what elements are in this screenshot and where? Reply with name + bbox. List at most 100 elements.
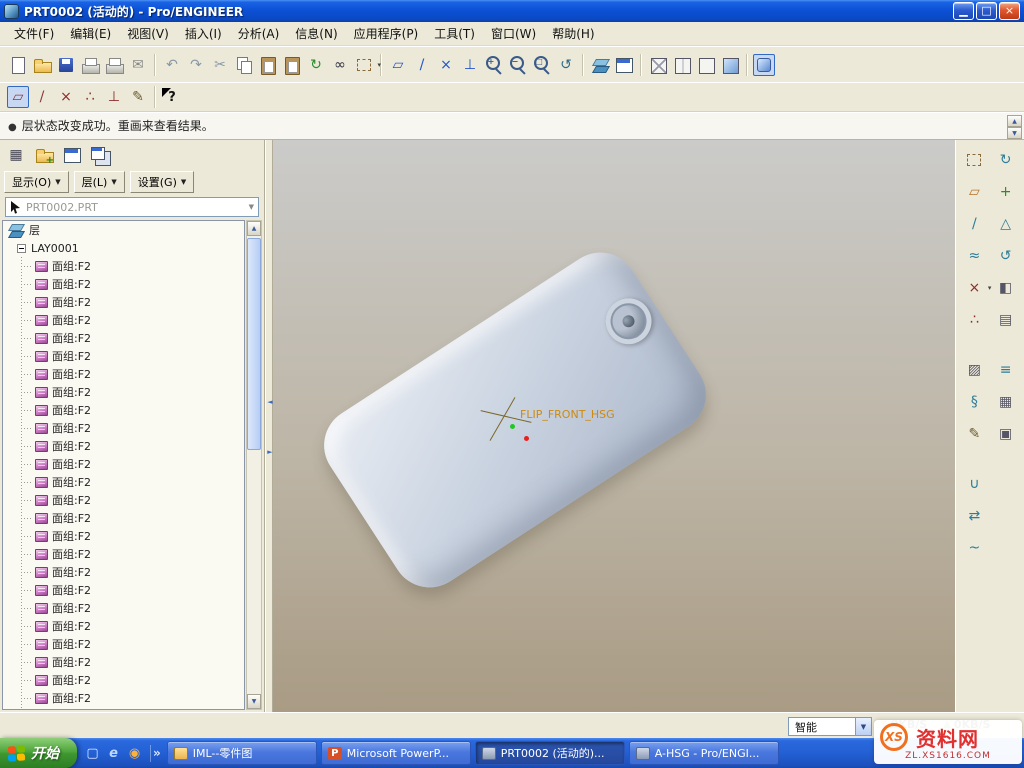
layer-info-icon[interactable] — [61, 144, 83, 166]
hidden-line-view-icon[interactable] — [671, 54, 693, 76]
view-manager-icon[interactable] — [613, 54, 635, 76]
scroll-down-icon[interactable]: ▼ — [247, 694, 261, 709]
datum-axis-icon[interactable]: / — [963, 213, 985, 235]
zoom-out-icon[interactable]: − — [507, 54, 529, 76]
context-help-icon[interactable]: ? — [161, 86, 183, 108]
layer-tree-item[interactable]: 面组:F2 — [3, 473, 244, 491]
paste-icon[interactable] — [257, 54, 279, 76]
panel-splitter[interactable]: ◄ ► — [265, 140, 273, 712]
redo-icon[interactable]: ↷ — [185, 54, 207, 76]
tree-scrollbar[interactable]: ▲ ▼ — [246, 220, 262, 710]
layer-tree-item[interactable]: 面组:F2 — [3, 401, 244, 419]
enhanced-realism-icon[interactable] — [753, 54, 775, 76]
new-layer-icon[interactable]: + — [33, 144, 55, 166]
taskbar-task[interactable]: IML--零件图 — [167, 741, 317, 765]
datum-axis-tool-icon[interactable]: / — [31, 86, 53, 108]
close-button[interactable]: × — [999, 2, 1020, 20]
model-display-icon[interactable]: ▣ — [995, 423, 1017, 445]
view-mgr-icon[interactable]: ▦ — [995, 391, 1017, 413]
open-icon[interactable] — [31, 54, 53, 76]
layer-tree-item[interactable]: 面组:F2 — [3, 635, 244, 653]
select-region-icon[interactable] — [963, 149, 985, 171]
wireframe-view-icon[interactable] — [647, 54, 669, 76]
round-icon[interactable]: ~ — [963, 537, 985, 559]
datum-point-tool-icon[interactable]: × — [55, 86, 77, 108]
menu-item[interactable]: 窗口(W) — [483, 22, 544, 45]
refit-view-icon[interactable]: ↻ — [995, 149, 1017, 171]
cascade-windows-icon[interactable] — [89, 144, 111, 166]
shaded-view-icon[interactable] — [719, 54, 741, 76]
layers-icon[interactable] — [589, 54, 611, 76]
media-player-icon[interactable]: ◉ — [126, 745, 143, 762]
datum-curve-icon[interactable]: ≈ — [963, 245, 985, 267]
menu-item[interactable]: 文件(F) — [6, 22, 62, 45]
selection-filter-combo[interactable]: 智能 ▼ — [788, 717, 872, 736]
sketch-icon[interactable]: ✎ — [963, 423, 985, 445]
layer-tree-item[interactable]: 面组:F2 — [3, 257, 244, 275]
menu-item[interactable]: 分析(A) — [230, 22, 288, 45]
layer-tree-item[interactable]: 面组:F2 — [3, 437, 244, 455]
new-file-icon[interactable] — [7, 54, 29, 76]
menu-item[interactable]: 帮助(H) — [544, 22, 602, 45]
plot-icon[interactable] — [103, 54, 125, 76]
layer-tree-item[interactable]: 面组:F2 — [3, 671, 244, 689]
layer-tree-item[interactable]: 面组:F2 — [3, 383, 244, 401]
scroll-up-icon[interactable]: ▲ — [1007, 115, 1022, 127]
model-selector[interactable]: PRT0002.PRT ▼ — [5, 197, 259, 217]
layer-tree-item[interactable]: 面组:F2 — [3, 293, 244, 311]
offset-point-tool-icon[interactable]: ∴ — [79, 86, 101, 108]
swap-icon[interactable]: ⇄ — [963, 505, 985, 527]
menu-item[interactable]: 工具(T) — [426, 22, 483, 45]
layer-tree-item[interactable]: 面组:F2 — [3, 563, 244, 581]
cut-icon[interactable]: ✂ — [209, 54, 231, 76]
regenerate-icon[interactable]: ↻ — [305, 54, 327, 76]
scroll-down-icon[interactable]: ▼ — [1007, 127, 1022, 139]
menu-item[interactable]: 插入(I) — [177, 22, 230, 45]
layer-tree-item[interactable]: 面组:F2 — [3, 311, 244, 329]
layer-tree-item[interactable]: 面组:F2 — [3, 365, 244, 383]
view-normal-icon[interactable]: △ — [995, 213, 1017, 235]
layer-tree-group[interactable]: LAY0001 — [3, 239, 244, 257]
send-email-icon[interactable]: ✉ — [127, 54, 149, 76]
taskbar-task[interactable]: PMicrosoft PowerP... — [321, 741, 471, 765]
saved-views-icon[interactable]: ▤ — [995, 309, 1017, 331]
chevron-down-icon[interactable]: ▼ — [855, 718, 871, 735]
layer-tree-item[interactable]: 面组:F2 — [3, 581, 244, 599]
layer-tree-item[interactable]: 面组:F2 — [3, 329, 244, 347]
layer-tree-item[interactable]: 面组:F2 — [3, 707, 244, 710]
menu-item[interactable]: 信息(N) — [287, 22, 345, 45]
menu-item[interactable]: 编辑(E) — [62, 22, 119, 45]
zoom-in-icon[interactable]: + — [483, 54, 505, 76]
quick-launch-overflow-icon[interactable]: » — [151, 746, 161, 760]
repaint-icon[interactable]: ↺ — [995, 245, 1017, 267]
datum-plane-display-icon[interactable]: ▱ — [387, 54, 409, 76]
layer-tree-item[interactable]: 面组:F2 — [3, 653, 244, 671]
shade-icon[interactable]: ◧ — [995, 277, 1017, 299]
show-desktop-icon[interactable]: ▢ — [84, 745, 101, 762]
datum-plane-tool-icon[interactable]: ▱ — [7, 86, 29, 108]
menu-item[interactable]: 视图(V) — [119, 22, 177, 45]
ie-icon[interactable]: e — [105, 745, 122, 762]
layer-tree-item[interactable]: 面组:F2 — [3, 491, 244, 509]
layer-manager-icon[interactable]: ≡ — [995, 359, 1017, 381]
select-filter-icon[interactable]: ▾ — [353, 54, 375, 76]
layer-tree-item[interactable]: 面组:F2 — [3, 689, 244, 707]
layer-tree-item[interactable]: 面组:F2 — [3, 455, 244, 473]
datum-axis-display-icon[interactable]: / — [411, 54, 433, 76]
menu-item[interactable]: 应用程序(P) — [346, 22, 427, 45]
find-icon[interactable]: ∞ — [329, 54, 351, 76]
layer-tree-item[interactable]: 面组:F2 — [3, 419, 244, 437]
graphics-viewport[interactable]: FLIP_FRONT_HSG — [273, 140, 955, 712]
show-menu-button[interactable]: 显示(O) ▼ — [4, 171, 69, 193]
section-icon[interactable]: ▨ — [963, 359, 985, 381]
print-icon[interactable] — [79, 54, 101, 76]
layer-tree-item[interactable]: 面组:F2 — [3, 527, 244, 545]
datum-point-icon[interactable]: ×▾ — [963, 277, 985, 299]
surface-icon[interactable]: ∪ — [963, 473, 985, 495]
sketch-tool-icon[interactable]: ✎ — [127, 86, 149, 108]
reorient-icon[interactable]: ↺ — [555, 54, 577, 76]
offset-point-icon[interactable]: ∴ — [963, 309, 985, 331]
restore-button[interactable]: □ — [976, 2, 997, 20]
save-icon[interactable] — [55, 54, 77, 76]
layer-menu-button[interactable]: 层(L) ▼ — [74, 171, 125, 193]
